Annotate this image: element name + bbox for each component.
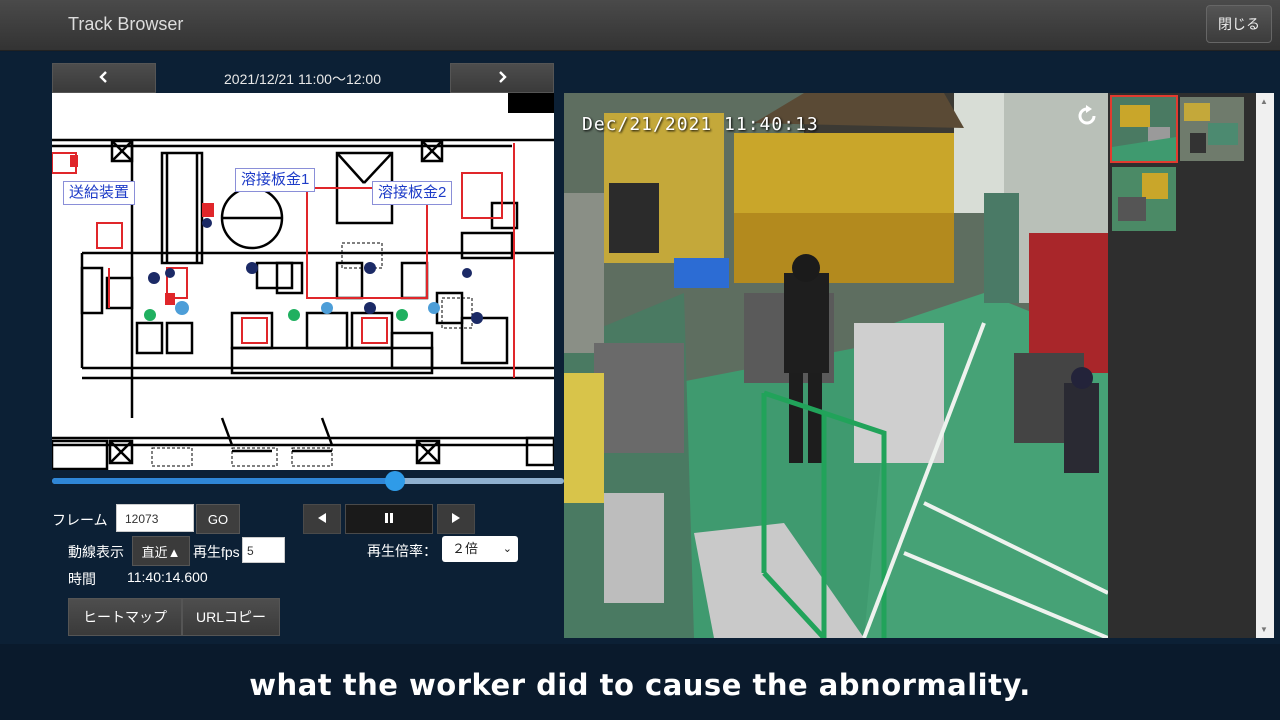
scroll-down-icon[interactable]: ▼	[1260, 625, 1268, 634]
fps-input[interactable]: 5	[242, 537, 285, 563]
camera-thumbnail-2[interactable]	[1180, 97, 1244, 161]
pause-icon	[383, 512, 395, 527]
app-title: Track Browser	[68, 14, 184, 34]
zone-label-welding-1: 溶接板金1	[235, 168, 316, 192]
chevron-left-icon	[99, 70, 109, 86]
camera-frame-image	[564, 93, 1108, 638]
time-label: 時間	[68, 571, 96, 587]
trail-display-label: 動線表示	[68, 544, 124, 560]
camera-view[interactable]: Dec/21/2021 11:40:13	[564, 93, 1108, 638]
scroll-up-icon[interactable]: ▲	[1260, 97, 1268, 106]
main-area: 2021/12/21 11:00～12:00 送給装置 溶接板金1 溶接板金2 …	[0, 52, 1280, 644]
timeline-progress	[52, 478, 396, 484]
fps-label: 再生fps	[193, 544, 240, 560]
step-forward-icon	[450, 512, 462, 527]
camera-thumbnail-list	[1108, 93, 1256, 638]
timeline-slider[interactable]	[52, 471, 564, 491]
camera-timestamp: Dec/21/2021 11:40:13	[582, 114, 819, 135]
pause-button[interactable]	[345, 504, 433, 534]
date-range: 2021/12/21 11:00～12:00	[224, 71, 381, 87]
chevron-right-icon	[497, 70, 507, 86]
heatmap-button[interactable]: ヒートマップ	[68, 598, 182, 636]
camera-thumbnail-3[interactable]	[1112, 167, 1176, 231]
step-forward-button[interactable]	[437, 504, 475, 534]
step-back-button[interactable]	[303, 504, 341, 534]
speed-label: 再生倍率：	[367, 543, 437, 559]
frame-label: フレーム	[52, 512, 108, 528]
next-period-button[interactable]	[450, 63, 554, 93]
close-button[interactable]: 閉じる	[1206, 5, 1272, 43]
copy-url-button[interactable]: URLコピー	[182, 598, 280, 636]
camera-thumbnail-1[interactable]	[1110, 95, 1178, 163]
zone-label-welding-2: 溶接板金2	[372, 181, 453, 205]
prev-period-button[interactable]	[52, 63, 156, 93]
timeline-thumb[interactable]	[385, 471, 406, 491]
frame-input[interactable]: 12073	[116, 504, 194, 532]
zone-label-feeder: 送給装置	[63, 181, 136, 205]
go-button[interactable]: GO	[196, 504, 240, 534]
top-bar: Track Browser 閉じる	[0, 0, 1280, 51]
speed-value: ２倍	[452, 541, 479, 556]
floor-map[interactable]: 送給装置 溶接板金1 溶接板金2	[52, 93, 554, 470]
speed-select[interactable]: ２倍 ⌄	[442, 536, 518, 562]
step-back-icon	[316, 512, 328, 527]
chevron-down-icon: ⌄	[502, 543, 512, 555]
time-value: 11:40:14.600	[127, 569, 208, 585]
video-subtitle: what the worker did to cause the abnorma…	[249, 668, 1031, 702]
thumbnail-scrollbar[interactable]: ▲ ▼	[1256, 93, 1274, 638]
trail-display-dropdown[interactable]: 直近▲	[132, 536, 190, 566]
refresh-icon[interactable]	[1074, 103, 1100, 129]
floor-plan-drawing	[52, 93, 554, 470]
